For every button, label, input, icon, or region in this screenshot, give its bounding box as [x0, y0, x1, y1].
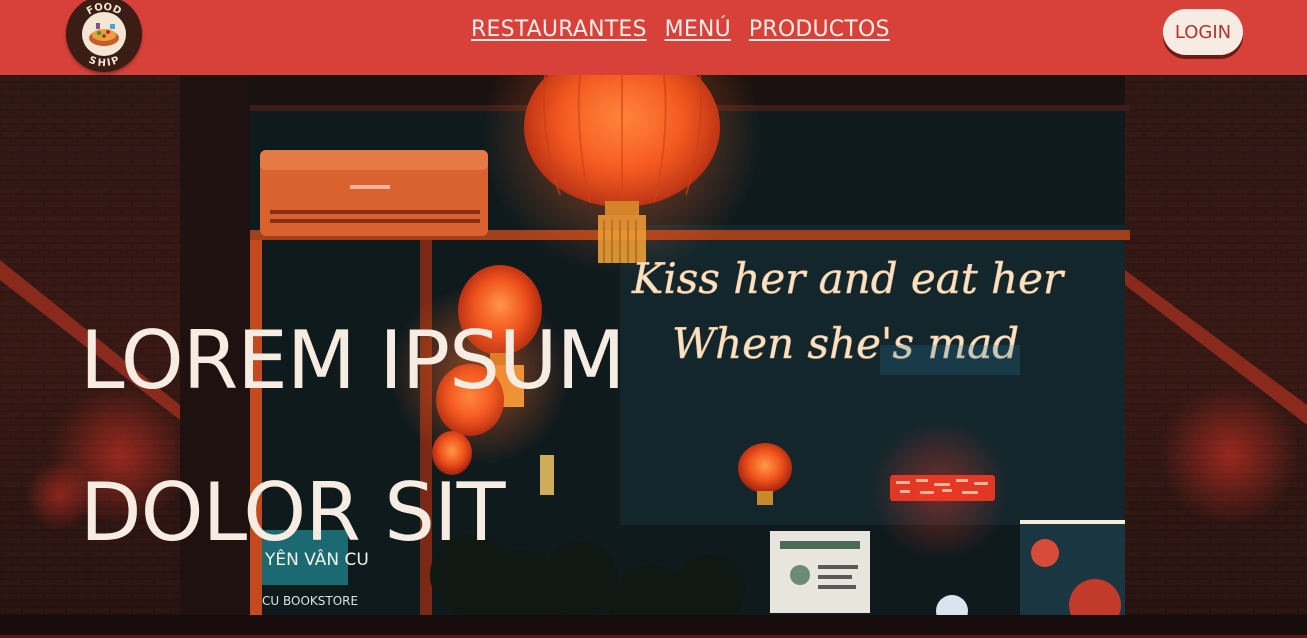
hero-heading-line2: DOLOR SIT	[80, 466, 506, 559]
login-button[interactable]: LOGIN	[1163, 9, 1243, 55]
hero-heading: LOREM IPSUM DOLOR SIT	[80, 285, 625, 589]
nav-link-restaurantes[interactable]: RESTAURANTES	[471, 17, 647, 42]
hero-heading-line1: LOREM IPSUM	[80, 314, 625, 407]
nav-link-productos[interactable]: PRODUCTOS	[749, 17, 890, 42]
shop-sign-sub: CU BOOKSTORE	[262, 594, 358, 608]
nav-link-menu[interactable]: MENÚ	[665, 17, 731, 42]
top-navbar: FOOD SHIP RESTAURANTES MENÚ PRODUCTOS LO…	[0, 0, 1307, 75]
main-nav: RESTAURANTES MENÚ PRODUCTOS	[471, 17, 890, 42]
hero-banner: Kiss her and eat her When she's mad YÊN …	[0, 75, 1307, 635]
neon-sign-line1: Kiss her and eat her	[631, 254, 1066, 303]
food-ship-logo[interactable]: FOOD SHIP	[66, 0, 142, 72]
page: FOOD SHIP RESTAURANTES MENÚ PRODUCTOS LO…	[0, 0, 1307, 638]
